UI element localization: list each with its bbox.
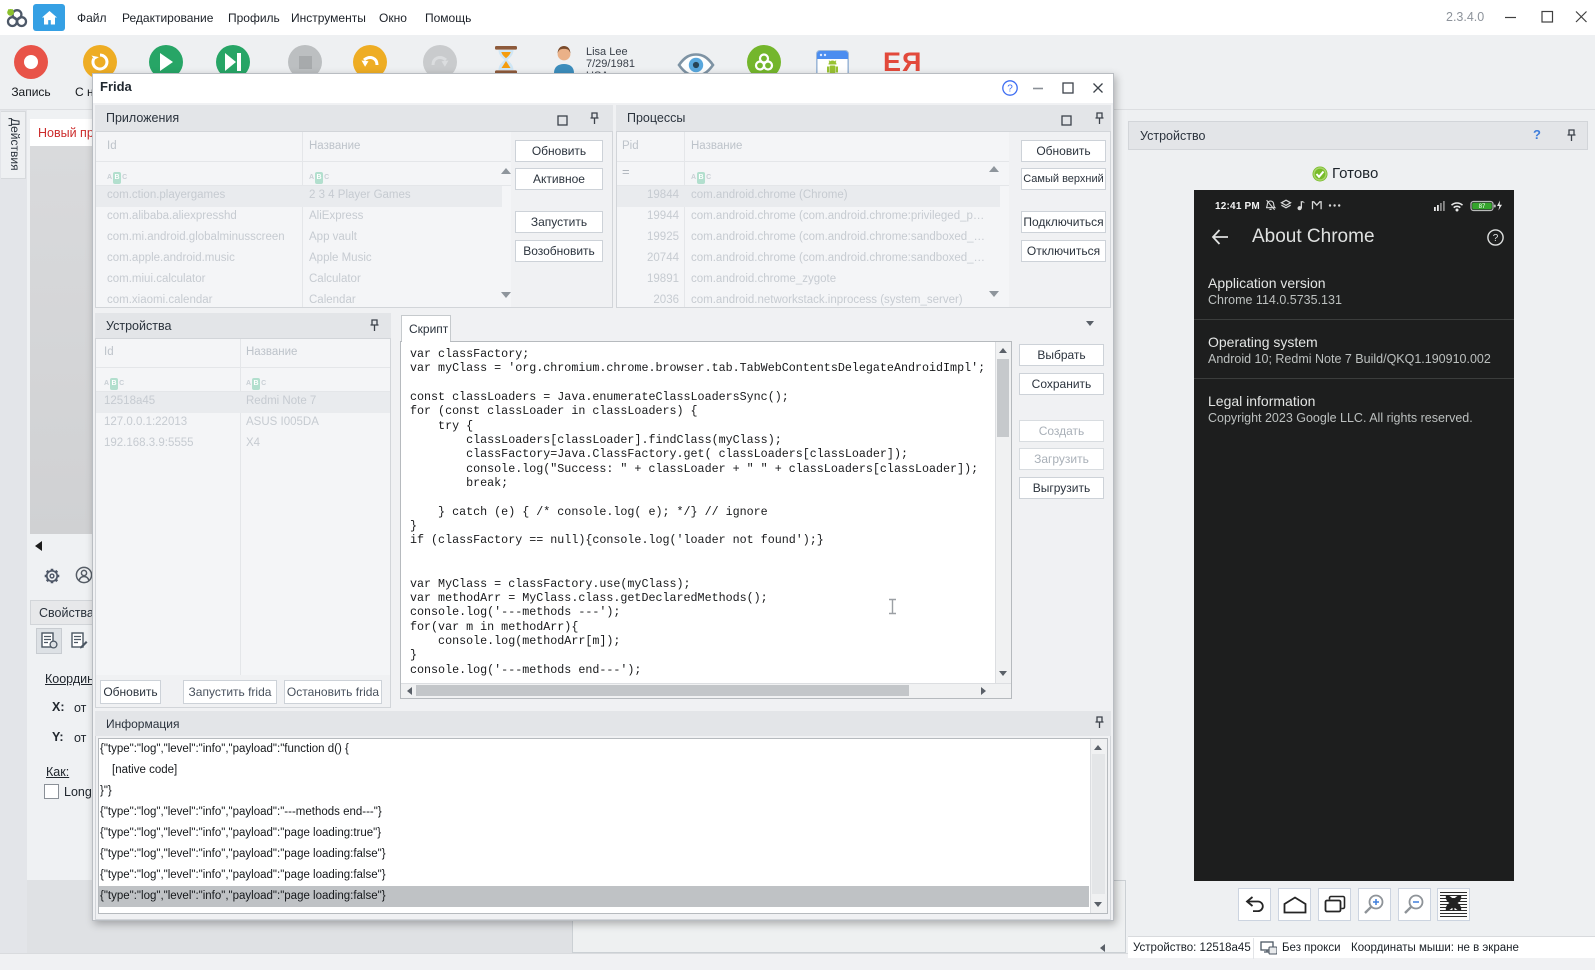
svg-text:?: ? (1007, 84, 1013, 95)
svg-text:?: ? (1493, 233, 1499, 244)
svg-text:87: 87 (1479, 204, 1486, 210)
